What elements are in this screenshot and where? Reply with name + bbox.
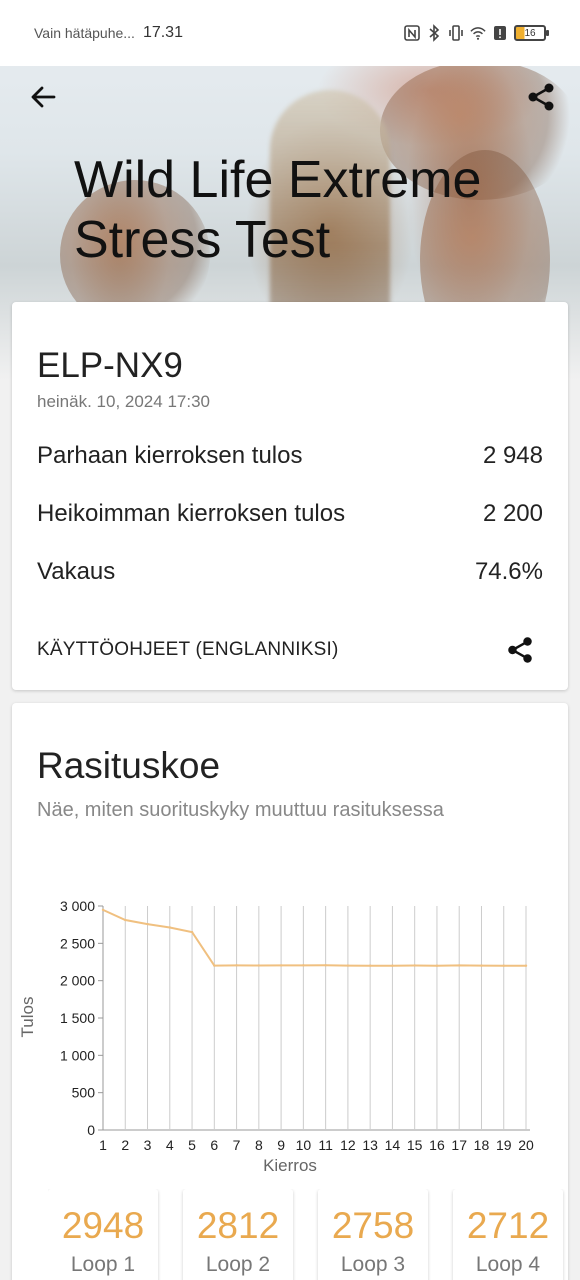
chart-point <box>324 964 327 967</box>
chart-x-ticks: 1 2 3 4 5 6 7 8 9 10 11 12 13 14 15 16 17 18 19 20 <box>99 1137 534 1153</box>
loop-label: Loop 4 <box>475 1253 541 1276</box>
chart-point <box>368 964 372 967</box>
chart-point <box>480 964 483 967</box>
stability-value: 74.6% <box>474 558 543 585</box>
chart-point <box>302 964 305 967</box>
chart-x-tick-label: 3 <box>144 1137 152 1153</box>
chart-series-line <box>102 908 526 967</box>
chart-y-label: Tulos <box>18 997 37 1038</box>
top-app-bar <box>0 76 580 116</box>
best-loop-label: Parhaan kierroksen tulos <box>37 442 303 469</box>
summary-card: ELP-NX9 heinäk. 10, 2024 17:30 Parhaan k… <box>12 302 568 690</box>
alert-icon <box>494 26 506 40</box>
chart-x-tick-label: 6 <box>210 1137 218 1153</box>
share-results-button[interactable] <box>504 634 536 666</box>
chart-x-tick-label: 9 <box>277 1137 285 1153</box>
chart-point <box>257 964 261 967</box>
chart-points <box>101 908 528 967</box>
chart-point <box>502 964 505 967</box>
loop-card[interactable]: 2812 Loop 2 <box>183 1189 293 1280</box>
chart-x-tick-label: 17 <box>451 1137 467 1153</box>
chart-grid <box>102 906 530 1131</box>
chart-y-tick-label: 2 000 <box>60 973 95 989</box>
chart-point <box>124 918 127 922</box>
loops-carousel[interactable]: 2948 Loop 1 2812 Loop 2 2758 Loop 3 2712… <box>48 1189 568 1280</box>
loop-label: Loop 1 <box>70 1253 136 1276</box>
chart-x-tick-label: 15 <box>407 1137 423 1153</box>
status-time: 17.31 <box>142 24 183 41</box>
stress-title: Rasituskoe <box>37 745 221 786</box>
chart-point <box>279 964 283 967</box>
chart-y-tick-label: 1 500 <box>60 1010 95 1026</box>
chart-y-tick-label: 500 <box>72 1085 96 1101</box>
instructions-link[interactable]: KÄYTTÖOHJEET (ENGLANNIKSI) <box>37 639 339 661</box>
carrier-label: Vain hätäpuhe... <box>34 25 135 41</box>
chart-y-tick-label: 2 500 <box>60 935 95 951</box>
loop-label: Loop 2 <box>205 1253 271 1276</box>
nfc-icon <box>404 25 420 41</box>
chart-point <box>524 964 528 967</box>
chart-x-tick-label: 14 <box>385 1137 401 1153</box>
worst-loop-row: Heikoimman kierroksen tulos 2 200 <box>37 500 543 528</box>
chart-x-tick-label: 5 <box>188 1137 196 1153</box>
device-name: ELP-NX9 <box>37 346 183 385</box>
stress-card: Rasituskoe Näe, miten suorituskyky muutt… <box>12 703 568 1280</box>
stress-chart: 05001 0001 5002 0002 5003 000 1234567891… <box>18 898 534 1175</box>
stress-subtitle: Näe, miten suorituskyky muuttuu rasituks… <box>37 799 444 821</box>
wifi-icon <box>470 27 486 40</box>
best-loop-row: Parhaan kierroksen tulos 2 948 <box>37 442 543 470</box>
chart-x-tick-label: 4 <box>166 1137 174 1153</box>
status-icons: 16 <box>404 24 549 42</box>
chart-y-tick-label: 0 <box>87 1122 95 1138</box>
bluetooth-icon <box>429 24 440 42</box>
chart-point <box>435 964 439 967</box>
share-button[interactable] <box>524 80 558 114</box>
page-title: Wild Life Extreme Stress Test <box>74 151 482 269</box>
chart-x-tick-label: 12 <box>340 1137 356 1153</box>
chart-x-tick-label: 18 <box>474 1137 490 1153</box>
stability-label: Vakaus <box>37 558 116 585</box>
chart-x-tick-label: 2 <box>121 1137 129 1153</box>
chart-point <box>413 964 416 967</box>
chart-point <box>213 964 216 967</box>
chart-y-tick-label: 1 000 <box>60 1047 95 1063</box>
loop-score: 2712 <box>466 1205 550 1246</box>
chart-x-tick-label: 20 <box>518 1137 534 1153</box>
loop-card[interactable]: 2712 Loop 4 <box>453 1189 563 1280</box>
chart-x-tick-label: 10 <box>296 1137 312 1153</box>
chart-point <box>190 930 194 934</box>
status-bar: Vain hätäpuhe... 17.31 16 <box>0 0 580 66</box>
chart-point <box>235 964 238 967</box>
chart-point <box>391 964 394 967</box>
chart-x-tick-label: 13 <box>362 1137 378 1153</box>
stability-row: Vakaus 74.6% <box>37 558 543 586</box>
vibrate-icon <box>449 25 463 41</box>
chart-x-tick-label: 1 <box>99 1137 107 1153</box>
chart-point <box>346 964 350 967</box>
chart-x-tick-label: 16 <box>429 1137 445 1153</box>
chart-point <box>458 964 461 967</box>
battery-icon: 16 <box>514 25 549 41</box>
chart-point <box>101 908 105 912</box>
loop-label: Loop 3 <box>340 1253 406 1276</box>
chart-x-label: Kierros <box>263 1156 317 1175</box>
worst-loop-label: Heikoimman kierroksen tulos <box>37 500 346 527</box>
back-button[interactable] <box>26 80 60 114</box>
loop-score: 2812 <box>196 1205 280 1246</box>
chart-x-tick-label: 19 <box>496 1137 512 1153</box>
best-loop-value: 2 948 <box>482 442 543 469</box>
loop-card[interactable]: 2758 Loop 3 <box>318 1189 428 1280</box>
chart-point <box>168 926 171 929</box>
test-date: heinäk. 10, 2024 17:30 <box>37 392 210 411</box>
loop-card[interactable]: 2948 Loop 1 <box>48 1189 158 1280</box>
chart-point <box>146 922 149 926</box>
chart-y-ticks: 0 500 1 000 1 500 2 000 2 500 3 000 <box>60 898 103 1138</box>
chart-x-tick-label: 8 <box>255 1137 263 1153</box>
chart-y-tick-label: 3 000 <box>60 898 95 914</box>
loop-score: 2758 <box>331 1205 415 1246</box>
chart-x-tick-label: 11 <box>318 1137 333 1153</box>
loop-score: 2948 <box>61 1205 145 1246</box>
chart-x-tick-label: 7 <box>233 1137 241 1153</box>
worst-loop-value: 2 200 <box>482 500 543 527</box>
